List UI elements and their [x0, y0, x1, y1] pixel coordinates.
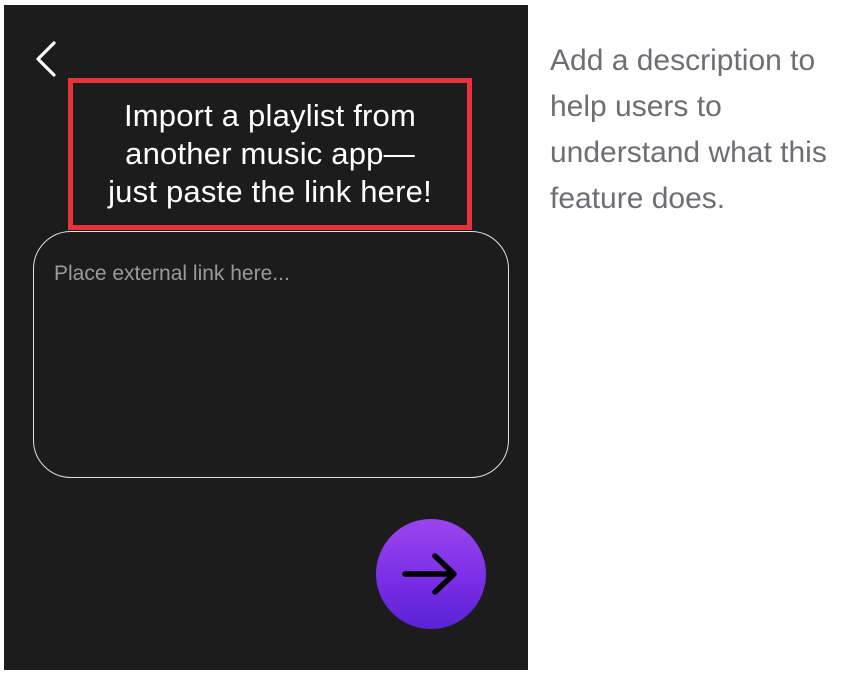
headline-highlight-box: Import a playlist from another music app…: [68, 78, 472, 230]
back-button[interactable]: [28, 37, 64, 81]
arrow-right-icon: [402, 553, 457, 595]
import-headline: Import a playlist from another music app…: [108, 98, 432, 209]
canvas: Import a playlist from another music app…: [0, 0, 859, 674]
phone-screen: Import a playlist from another music app…: [4, 5, 528, 670]
design-annotation-note: Add a description to help users to under…: [550, 44, 827, 215]
chevron-left-icon: [36, 41, 56, 77]
external-link-input[interactable]: [33, 231, 509, 478]
submit-link-button[interactable]: [376, 519, 486, 629]
